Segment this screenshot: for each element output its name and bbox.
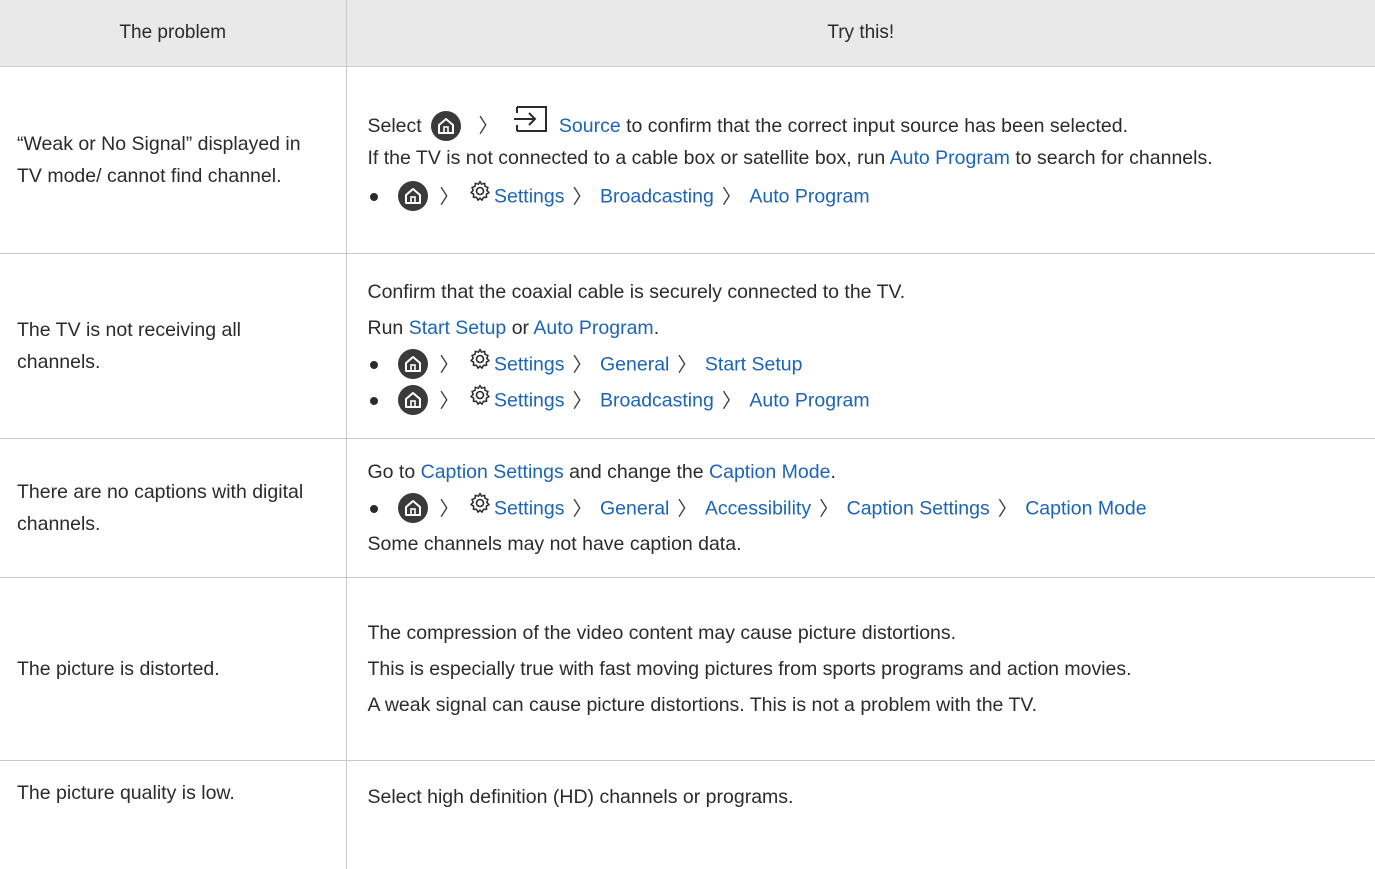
chevron-right-icon: 〉: [572, 347, 592, 383]
solution-line: A weak signal can cause picture distorti…: [368, 687, 1375, 723]
gear-icon: [469, 346, 491, 382]
table-header-row: The problem Try this!: [0, 0, 1375, 67]
solution-line: This is especially true with fast moving…: [368, 651, 1375, 687]
chevron-right-icon: 〉: [440, 383, 460, 419]
settings-link[interactable]: Settings: [494, 498, 564, 520]
table-row: There are no captions with digital chann…: [0, 439, 1375, 578]
home-icon: [398, 181, 428, 211]
home-icon: [398, 349, 428, 379]
solution-line: Run Start Setup or Auto Program.: [368, 310, 1375, 346]
settings-link[interactable]: Settings: [494, 354, 564, 376]
problem-cell: The TV is not receiving all channels.: [0, 254, 346, 439]
chevron-right-icon: 〉: [572, 491, 592, 527]
accessibility-link[interactable]: Accessibility: [705, 498, 811, 520]
home-icon: [398, 385, 428, 415]
menu-path: 〉 Settings 〉 General 〉 Start Setup: [368, 346, 1375, 382]
solution-cell: The compression of the video content may…: [346, 578, 1375, 761]
chevron-right-icon: 〉: [677, 347, 697, 383]
solution-line: The compression of the video content may…: [368, 615, 1375, 651]
auto-program-link[interactable]: Auto Program: [890, 147, 1010, 169]
caption-settings-link[interactable]: Caption Settings: [421, 461, 564, 483]
settings-link[interactable]: Settings: [494, 390, 564, 412]
solution-cell: Select high definition (HD) channels or …: [346, 761, 1375, 869]
general-link[interactable]: General: [600, 498, 669, 520]
auto-program-link[interactable]: Auto Program: [533, 317, 653, 339]
chevron-right-icon: 〉: [998, 491, 1018, 527]
menu-path: 〉 Settings 〉 Broadcasting 〉 Auto Program: [368, 382, 1375, 418]
broadcasting-link[interactable]: Broadcasting: [600, 186, 714, 208]
general-link[interactable]: General: [600, 354, 669, 376]
problem-cell: The picture quality is low.: [0, 761, 346, 869]
caption-mode-link[interactable]: Caption Mode: [1025, 498, 1146, 520]
home-icon: [398, 493, 428, 523]
chevron-right-icon: 〉: [572, 179, 592, 215]
menu-path: 〉 Settings 〉 Broadcasting 〉 Auto Program: [368, 178, 1375, 214]
bullet-icon: [370, 397, 378, 405]
solution-cell: Confirm that the coaxial cable is secure…: [346, 254, 1375, 439]
solution-line: Go to Caption Settings and change the Ca…: [368, 454, 1375, 490]
solution-line: Confirm that the coaxial cable is secure…: [368, 274, 1375, 310]
chevron-right-icon: 〉: [722, 383, 742, 419]
auto-program-link[interactable]: Auto Program: [749, 186, 869, 208]
broadcasting-link[interactable]: Broadcasting: [600, 390, 714, 412]
header-problem: The problem: [0, 0, 346, 67]
solution-line: Select high definition (HD) channels or …: [368, 779, 1375, 815]
start-setup-link[interactable]: Start Setup: [409, 317, 507, 339]
chevron-right-icon: 〉: [819, 491, 839, 527]
chevron-right-icon: 〉: [440, 491, 460, 527]
chevron-right-icon: 〉: [440, 347, 460, 383]
chevron-right-icon: 〉: [440, 179, 460, 215]
menu-path: 〉 Settings 〉 General 〉 Accessibility 〉 Caption …: [368, 490, 1375, 526]
troubleshooting-table: The problem Try this! “Weak or No Signal…: [0, 0, 1375, 869]
chevron-right-icon: 〉: [722, 179, 742, 215]
problem-cell: The picture is distorted.: [0, 578, 346, 761]
chevron-right-icon: 〉: [479, 108, 499, 144]
settings-link[interactable]: Settings: [494, 186, 564, 208]
caption-mode-link[interactable]: Caption Mode: [709, 461, 830, 483]
caption-settings-link[interactable]: Caption Settings: [847, 498, 990, 520]
auto-program-link[interactable]: Auto Program: [749, 390, 869, 412]
table-row: The picture is distorted. The compressio…: [0, 578, 1375, 761]
solution-line: If the TV is not connected to a cable bo…: [368, 142, 1375, 174]
source-input-icon: [513, 106, 547, 144]
gear-icon: [469, 382, 491, 418]
table-row: The picture quality is low. Select high …: [0, 761, 1375, 869]
home-icon: [431, 111, 461, 141]
problem-cell: “Weak or No Signal” displayed in TV mode…: [0, 67, 346, 254]
table-row: The TV is not receiving all channels. Co…: [0, 254, 1375, 439]
start-setup-link[interactable]: Start Setup: [705, 354, 803, 376]
bullet-icon: [370, 505, 378, 513]
solution-line: Some channels may not have caption data.: [368, 526, 1375, 562]
solution-cell: Go to Caption Settings and change the Ca…: [346, 439, 1375, 578]
source-link[interactable]: Source: [559, 115, 621, 137]
problem-cell: There are no captions with digital chann…: [0, 439, 346, 578]
bullet-icon: [370, 361, 378, 369]
solution-cell: Select 〉 Source to confirm that the corr…: [346, 67, 1375, 254]
chevron-right-icon: 〉: [677, 491, 697, 527]
header-try-this: Try this!: [346, 0, 1375, 67]
chevron-right-icon: 〉: [572, 383, 592, 419]
solution-line: Select 〉 Source to confirm that the corr…: [368, 106, 1375, 142]
bullet-icon: [370, 193, 378, 201]
gear-icon: [469, 178, 491, 214]
gear-icon: [469, 490, 491, 526]
table-row: “Weak or No Signal” displayed in TV mode…: [0, 67, 1375, 254]
